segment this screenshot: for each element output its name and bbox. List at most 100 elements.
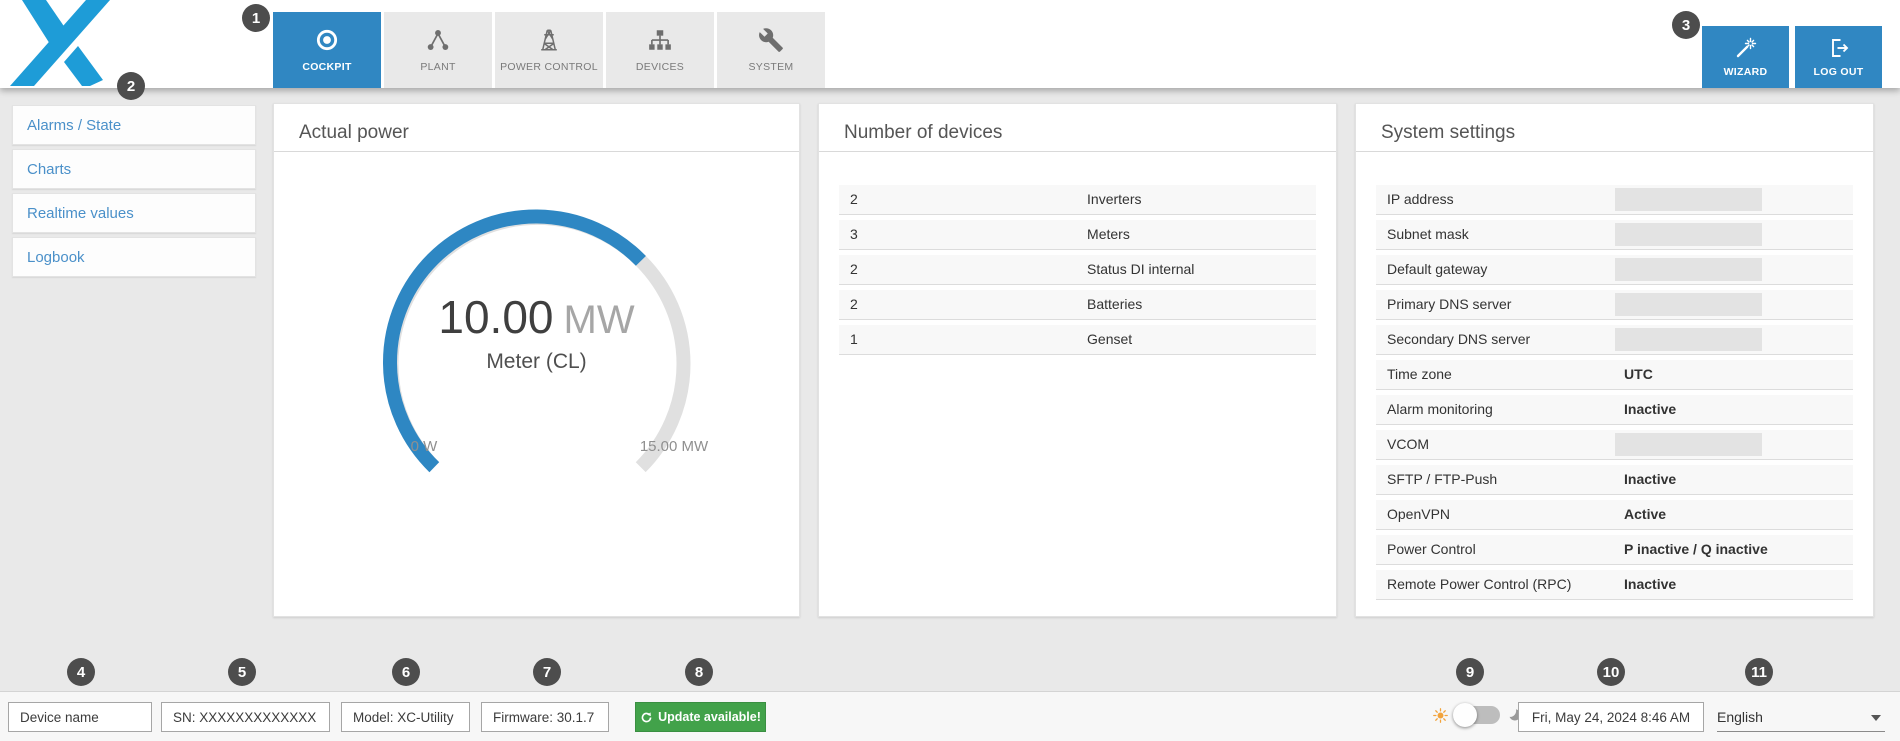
sidebar-item-charts[interactable]: Charts	[12, 149, 256, 189]
setting-value: UTC	[1624, 366, 1653, 382]
panel-title: System settings	[1381, 122, 1515, 144]
language-select[interactable]: English	[1717, 702, 1885, 732]
sidebar-item-logbook[interactable]: Logbook	[12, 237, 256, 277]
redacted-value-box	[1615, 188, 1762, 211]
device-count-row: 1 Genset	[839, 325, 1316, 355]
serial-number-field: SN: XXXXXXXXXXXXX	[161, 702, 330, 732]
annotation-badge-2: 2	[117, 72, 145, 100]
tab-cockpit[interactable]: COCKPIT	[273, 12, 381, 88]
system-settings-table: IP address Subnet mask Default gateway Prim…	[1376, 185, 1853, 605]
device-count: 1	[850, 331, 858, 347]
network-nodes-icon	[425, 27, 451, 53]
main-tabs: COCKPIT PLANT POWER CONTROL	[273, 12, 825, 88]
update-label: Update available!	[658, 710, 761, 724]
datetime-field[interactable]: Fri, May 24, 2024 8:46 AM	[1518, 702, 1704, 732]
setting-label: SFTP / FTP-Push	[1387, 471, 1497, 487]
setting-label: Primary DNS server	[1387, 296, 1511, 312]
sun-icon	[1432, 707, 1449, 724]
tab-label: SYSTEM	[749, 61, 794, 73]
annotation-badge-7: 7	[533, 658, 561, 686]
device-type: Meters	[1087, 226, 1130, 242]
setting-label: Secondary DNS server	[1387, 331, 1530, 347]
device-count-row: 2Inverters	[839, 185, 1316, 215]
gauge-unit: MW	[564, 298, 635, 342]
wrench-icon	[758, 27, 784, 53]
system-setting-row: SFTP / FTP-Push Inactive	[1376, 465, 1853, 495]
system-setting-row: Alarm monitoring Inactive	[1376, 395, 1853, 425]
device-count: 2	[850, 191, 858, 207]
logout-button[interactable]: LOG OUT	[1795, 26, 1882, 88]
update-available-button[interactable]: Update available!	[635, 702, 766, 732]
x-logo	[6, 0, 124, 86]
device-type: Batteries	[1087, 296, 1142, 312]
chevron-down-icon	[1871, 715, 1881, 721]
annotation-badge-11: 11	[1745, 658, 1773, 686]
tab-system[interactable]: SYSTEM	[717, 12, 825, 88]
annotation-badge-6: 6	[392, 658, 420, 686]
device-type: Genset	[1087, 331, 1132, 347]
refresh-icon	[640, 711, 653, 724]
redacted-value-box	[1615, 328, 1762, 351]
tab-label: POWER CONTROL	[500, 61, 598, 73]
divider	[819, 151, 1336, 152]
toggle-knob[interactable]	[1453, 703, 1477, 727]
actual-power-gauge: 10.00MW Meter (CL) 0 W 15.00 MW	[274, 152, 799, 616]
tab-label: DEVICES	[636, 61, 684, 73]
top-bar: COCKPIT PLANT POWER CONTROL	[0, 0, 1900, 88]
tab-devices[interactable]: DEVICES	[606, 12, 714, 88]
setting-value: P inactive / Q inactive	[1624, 541, 1768, 557]
device-count-row: 3Meters	[839, 220, 1316, 250]
gauge-source-label: Meter (CL)	[274, 350, 799, 374]
setting-value: Inactive	[1624, 471, 1676, 487]
gauge-max-label: 15.00 MW	[619, 438, 729, 455]
annotation-badge-5: 5	[228, 658, 256, 686]
device-count-row: 2Status DI internal	[839, 255, 1316, 285]
setting-label: Remote Power Control (RPC)	[1387, 576, 1571, 592]
annotation-badge-3: 3	[1672, 11, 1700, 39]
setting-label: IP address	[1387, 191, 1454, 207]
system-setting-row: Remote Power Control (RPC)Inactive	[1376, 570, 1853, 600]
firmware-field: Firmware: 30.1.7	[481, 702, 609, 732]
language-value: English	[1717, 709, 1763, 725]
setting-label: Time zone	[1387, 366, 1452, 382]
redacted-value-box	[1615, 293, 1762, 316]
tab-label: COCKPIT	[302, 61, 351, 73]
redacted-value-box	[1615, 223, 1762, 246]
device-type: Status DI internal	[1087, 261, 1194, 277]
annotation-badge-9: 9	[1456, 658, 1484, 686]
transmission-tower-icon	[536, 27, 562, 53]
system-setting-row: OpenVPNActive	[1376, 500, 1853, 530]
annotation-badge-1: 1	[242, 4, 270, 32]
setting-label: Subnet mask	[1387, 226, 1469, 242]
device-name-field[interactable]: Device name	[8, 702, 152, 732]
system-setting-row: Secondary DNS server	[1376, 325, 1853, 355]
annotation-badge-10: 10	[1597, 658, 1625, 686]
setting-label: Default gateway	[1387, 261, 1487, 277]
model-field: Model: XC-Utility	[341, 702, 470, 732]
annotation-badge-4: 4	[67, 658, 95, 686]
system-setting-row: Subnet mask	[1376, 220, 1853, 250]
gauge-value: 10.00	[438, 291, 553, 343]
redacted-value-box	[1615, 258, 1762, 281]
system-setting-row: Power ControlP inactive / Q inactive	[1376, 535, 1853, 565]
theme-toggle[interactable]	[1456, 706, 1500, 724]
sidebar-item-realtime-values[interactable]: Realtime values	[12, 193, 256, 233]
gauge-min-label: 0 W	[379, 438, 469, 455]
gauge-value-row: 10.00MW	[274, 290, 799, 344]
system-setting-row: VCOM	[1376, 430, 1853, 460]
system-setting-row: Primary DNS server	[1376, 290, 1853, 320]
setting-value: Inactive	[1624, 401, 1676, 417]
sidebar-item-alarms-state[interactable]: Alarms / State	[12, 105, 256, 145]
system-setting-row: Default gateway	[1376, 255, 1853, 285]
logout-label: LOG OUT	[1814, 66, 1864, 78]
setting-label: Alarm monitoring	[1387, 401, 1493, 417]
setting-label: VCOM	[1387, 436, 1429, 452]
panel-title: Actual power	[299, 122, 409, 144]
divider	[1356, 151, 1873, 152]
wizard-button[interactable]: WIZARD	[1702, 26, 1789, 88]
gauge-arc	[274, 152, 801, 618]
panel-title: Number of devices	[844, 122, 1002, 144]
sidebar-nav: Alarms / State Charts Realtime values Lo…	[12, 105, 256, 281]
tab-plant[interactable]: PLANT	[384, 12, 492, 88]
tab-power-control[interactable]: POWER CONTROL	[495, 12, 603, 88]
